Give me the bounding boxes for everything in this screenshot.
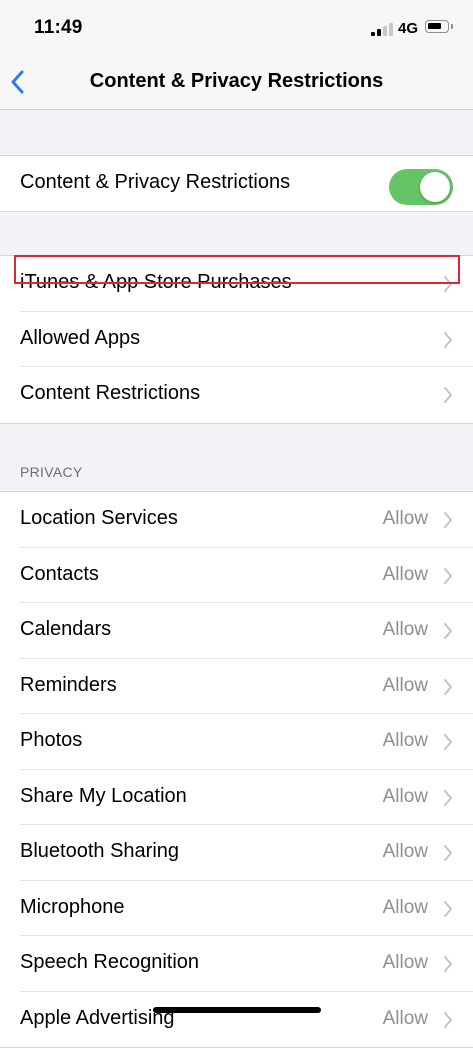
row-label: Contacts xyxy=(20,562,99,585)
privacy-group: Location Services Allow Contacts Allow C… xyxy=(0,491,473,1048)
row-allowed-apps[interactable]: Allowed Apps xyxy=(0,312,473,368)
content-privacy-toggle-label: Content & Privacy Restrictions xyxy=(20,171,291,193)
row-speech-recognition[interactable]: Speech Recognition Allow xyxy=(0,936,473,992)
master-toggle-group: Content & Privacy Restrictions xyxy=(0,155,473,212)
cellular-signal-icon xyxy=(371,23,393,36)
chevron-right-icon xyxy=(444,331,452,348)
navigation-bar: Content & Privacy Restrictions xyxy=(0,56,473,110)
row-contacts[interactable]: Contacts Allow xyxy=(0,548,473,604)
row-value: Allow xyxy=(382,730,428,751)
page-title: Content & Privacy Restrictions xyxy=(89,70,384,92)
row-microphone[interactable]: Microphone Allow xyxy=(0,881,473,937)
row-label: Share My Location xyxy=(20,784,187,807)
row-value: Allow xyxy=(382,841,428,862)
row-share-my-location[interactable]: Share My Location Allow xyxy=(0,770,473,826)
row-label: Bluetooth Sharing xyxy=(20,840,180,862)
chevron-right-icon xyxy=(444,1011,452,1028)
row-location-services[interactable]: Location Services Allow xyxy=(0,492,473,548)
chevron-right-icon xyxy=(444,512,452,528)
row-bluetooth-sharing[interactable]: Bluetooth Sharing Allow xyxy=(0,825,473,881)
chevron-right-icon xyxy=(444,387,452,403)
status-time: 11:49 xyxy=(34,17,83,38)
row-value: Allow xyxy=(382,1007,428,1029)
restrictions-group: iTunes & App Store Purchases Allowed App… xyxy=(0,255,473,424)
row-calendars[interactable]: Calendars Allow xyxy=(0,603,473,659)
chevron-right-icon xyxy=(444,900,452,917)
row-label: Apple Advertising xyxy=(20,1006,175,1029)
row-label: Photos xyxy=(20,729,83,751)
row-content-restrictions[interactable]: Content Restrictions xyxy=(0,367,473,423)
row-label: Reminders xyxy=(20,673,117,696)
status-bar: 11:49 4G xyxy=(0,0,473,56)
content-privacy-toggle[interactable] xyxy=(389,169,453,205)
battery-icon xyxy=(425,20,453,33)
toggle-knob xyxy=(420,172,450,202)
row-label: iTunes & App Store Purchases xyxy=(20,271,292,293)
chevron-right-icon xyxy=(444,567,452,584)
network-type: 4G xyxy=(398,20,419,37)
row-label: Location Services xyxy=(20,507,178,529)
row-value: Allow xyxy=(382,785,428,807)
row-value: Allow xyxy=(382,563,428,585)
row-label: Allowed Apps xyxy=(20,326,141,349)
row-value: Allow xyxy=(382,952,428,973)
chevron-right-icon xyxy=(444,276,452,292)
row-value: Allow xyxy=(382,896,428,918)
content-privacy-toggle-row: Content & Privacy Restrictions xyxy=(0,156,473,211)
section-header-privacy: PRIVACY xyxy=(20,464,83,480)
chevron-right-icon xyxy=(444,789,452,806)
row-label: Calendars xyxy=(20,618,112,640)
row-apple-advertising[interactable]: Apple Advertising Allow xyxy=(0,992,473,1048)
chevron-right-icon xyxy=(444,956,452,972)
home-indicator[interactable] xyxy=(153,1007,321,1013)
row-photos[interactable]: Photos Allow xyxy=(0,714,473,770)
chevron-right-icon xyxy=(444,623,452,639)
row-label: Content Restrictions xyxy=(20,382,201,404)
row-value: Allow xyxy=(382,619,428,640)
chevron-right-icon xyxy=(444,678,452,695)
row-value: Allow xyxy=(382,508,428,529)
row-label: Speech Recognition xyxy=(20,951,200,973)
row-reminders[interactable]: Reminders Allow xyxy=(0,659,473,715)
chevron-right-icon xyxy=(444,845,452,861)
row-itunes-app-store-purchases[interactable]: iTunes & App Store Purchases xyxy=(0,256,473,312)
row-value: Allow xyxy=(382,674,428,696)
row-label: Microphone xyxy=(20,895,125,918)
chevron-right-icon xyxy=(444,734,452,750)
